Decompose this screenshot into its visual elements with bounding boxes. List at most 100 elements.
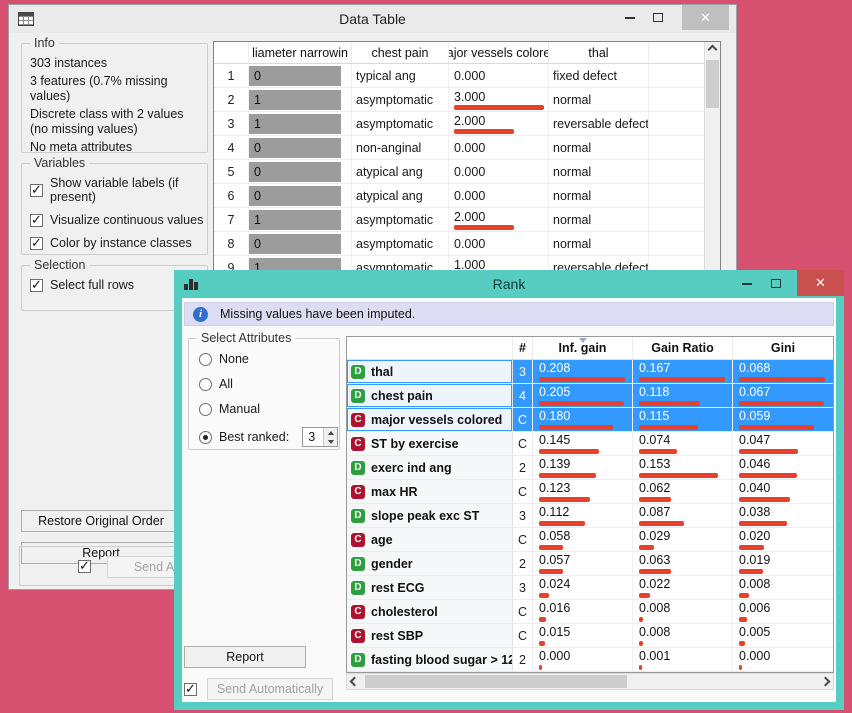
values-count-cell[interactable]: 2: [513, 552, 533, 576]
send-automatically-button[interactable]: Send Automatically: [207, 678, 333, 700]
inf-gain-cell[interactable]: 0.057: [533, 552, 633, 576]
values-count-cell[interactable]: C: [513, 528, 533, 552]
gain-ratio-cell[interactable]: 0.008: [633, 600, 733, 624]
attribute-name-cell[interactable]: Cmax HR: [347, 480, 513, 504]
gini-cell[interactable]: 0.067: [733, 384, 833, 408]
gini-cell[interactable]: 0.040: [733, 480, 833, 504]
checkbox-icon[interactable]: [30, 279, 43, 292]
gain-ratio-cell[interactable]: 0.062: [633, 480, 733, 504]
spin-down-icon[interactable]: [324, 437, 337, 446]
table-row[interactable]: 21asymptomatic3.000normal: [214, 88, 704, 112]
radio-icon[interactable]: [199, 378, 212, 391]
rank-row[interactable]: Dchest pain40.2050.1180.067: [347, 384, 833, 408]
attribute-name-cell[interactable]: Drest ECG: [347, 576, 513, 600]
header-gini[interactable]: Gini: [733, 337, 833, 359]
best-ranked-spinbox[interactable]: 3: [302, 427, 338, 447]
diameter-narrowing-cell[interactable]: 0: [249, 232, 352, 255]
attribute-name-cell[interactable]: Ccholesterol: [347, 600, 513, 624]
major-vessels-cell[interactable]: 0.000: [449, 184, 549, 207]
inf-gain-cell[interactable]: 0.112: [533, 504, 633, 528]
radio-icon[interactable]: [199, 353, 212, 366]
values-count-cell[interactable]: 2: [513, 456, 533, 480]
thal-cell[interactable]: normal: [549, 184, 649, 207]
gain-ratio-cell[interactable]: 0.167: [633, 360, 733, 384]
attribute-name-cell[interactable]: Dfasting blood sugar > 120: [347, 648, 513, 672]
header-attribute-name[interactable]: [347, 337, 513, 359]
horizontal-scrollbar[interactable]: [346, 673, 834, 690]
diameter-narrowing-cell[interactable]: 0: [249, 184, 352, 207]
gini-cell[interactable]: 0.038: [733, 504, 833, 528]
gini-cell[interactable]: 0.019: [733, 552, 833, 576]
report-button[interactable]: Report: [184, 646, 306, 668]
attribute-name-cell[interactable]: Dchest pain: [347, 384, 513, 408]
maximize-icon[interactable]: [644, 5, 672, 30]
thal-cell[interactable]: fixed defect: [549, 64, 649, 87]
gain-ratio-cell[interactable]: 0.153: [633, 456, 733, 480]
gain-ratio-cell[interactable]: 0.022: [633, 576, 733, 600]
gini-cell[interactable]: 0.047: [733, 432, 833, 456]
chest-pain-cell[interactable]: asymptomatic: [352, 208, 449, 231]
gain-ratio-cell[interactable]: 0.118: [633, 384, 733, 408]
chest-pain-cell[interactable]: atypical ang: [352, 184, 449, 207]
rank-row[interactable]: Cmajor vessels coloredC0.1800.1150.059: [347, 408, 833, 432]
major-vessels-cell[interactable]: 2.000: [449, 208, 549, 231]
gini-cell[interactable]: 0.046: [733, 456, 833, 480]
gain-ratio-cell[interactable]: 0.001: [633, 648, 733, 672]
checkbox-show-variable-labels[interactable]: Show variable labels (if present): [30, 176, 207, 204]
scrollbar-thumb[interactable]: [706, 60, 719, 108]
gain-ratio-cell[interactable]: 0.063: [633, 552, 733, 576]
gain-ratio-cell[interactable]: 0.115: [633, 408, 733, 432]
header-thal[interactable]: thal: [549, 42, 649, 63]
rank-titlebar[interactable]: Rank: [174, 270, 844, 298]
thal-cell[interactable]: normal: [549, 136, 649, 159]
scrollbar-thumb[interactable]: [365, 675, 627, 688]
rank-row[interactable]: Cmax HRC0.1230.0620.040: [347, 480, 833, 504]
major-vessels-cell[interactable]: 0.000: [449, 160, 549, 183]
attribute-name-cell[interactable]: Cage: [347, 528, 513, 552]
inf-gain-cell[interactable]: 0.145: [533, 432, 633, 456]
thal-cell[interactable]: normal: [549, 160, 649, 183]
minimize-icon[interactable]: [734, 270, 760, 296]
gain-ratio-cell[interactable]: 0.087: [633, 504, 733, 528]
inf-gain-cell[interactable]: 0.058: [533, 528, 633, 552]
values-count-cell[interactable]: C: [513, 600, 533, 624]
inf-gain-cell[interactable]: 0.015: [533, 624, 633, 648]
attribute-name-cell[interactable]: Cmajor vessels colored: [347, 408, 513, 432]
scroll-right-icon[interactable]: [816, 674, 833, 689]
major-vessels-cell[interactable]: 0.000: [449, 136, 549, 159]
inf-gain-cell[interactable]: 0.000: [533, 648, 633, 672]
chest-pain-cell[interactable]: asymptomatic: [352, 232, 449, 255]
gain-ratio-cell[interactable]: 0.074: [633, 432, 733, 456]
major-vessels-cell[interactable]: 0.000: [449, 232, 549, 255]
gini-cell[interactable]: 0.068: [733, 360, 833, 384]
inf-gain-cell[interactable]: 0.123: [533, 480, 633, 504]
close-icon[interactable]: [682, 5, 729, 30]
rank-row[interactable]: Dslope peak exc ST30.1120.0870.038: [347, 504, 833, 528]
diameter-narrowing-cell[interactable]: 1: [249, 88, 352, 111]
rank-row[interactable]: Drest ECG30.0240.0220.008: [347, 576, 833, 600]
diameter-narrowing-cell[interactable]: 1: [249, 112, 352, 135]
thal-cell[interactable]: reversable defect: [549, 112, 649, 135]
send-automatically-checkbox[interactable]: [184, 683, 197, 696]
checkbox-icon[interactable]: [30, 184, 43, 197]
thal-cell[interactable]: normal: [549, 88, 649, 111]
inf-gain-cell[interactable]: 0.180: [533, 408, 633, 432]
inf-gain-cell[interactable]: 0.205: [533, 384, 633, 408]
major-vessels-cell[interactable]: 0.000: [449, 64, 549, 87]
radio-icon[interactable]: [199, 403, 212, 416]
chest-pain-cell[interactable]: typical ang: [352, 64, 449, 87]
chest-pain-cell[interactable]: asymptomatic: [352, 112, 449, 135]
header-diameter-narrowing[interactable]: liameter narrowin: [249, 42, 352, 63]
table-row[interactable]: 71asymptomatic2.000normal: [214, 208, 704, 232]
checkbox-icon[interactable]: [30, 214, 43, 227]
values-count-cell[interactable]: 2: [513, 648, 533, 672]
chest-pain-cell[interactable]: atypical ang: [352, 160, 449, 183]
gain-ratio-cell[interactable]: 0.029: [633, 528, 733, 552]
header-major-vessels[interactable]: ajor vessels colore: [449, 42, 549, 63]
gini-cell[interactable]: 0.005: [733, 624, 833, 648]
diameter-narrowing-cell[interactable]: 0: [249, 160, 352, 183]
attribute-name-cell[interactable]: Dgender: [347, 552, 513, 576]
gini-cell[interactable]: 0.000: [733, 648, 833, 672]
scroll-up-icon[interactable]: [705, 42, 720, 59]
thal-cell[interactable]: normal: [549, 232, 649, 255]
